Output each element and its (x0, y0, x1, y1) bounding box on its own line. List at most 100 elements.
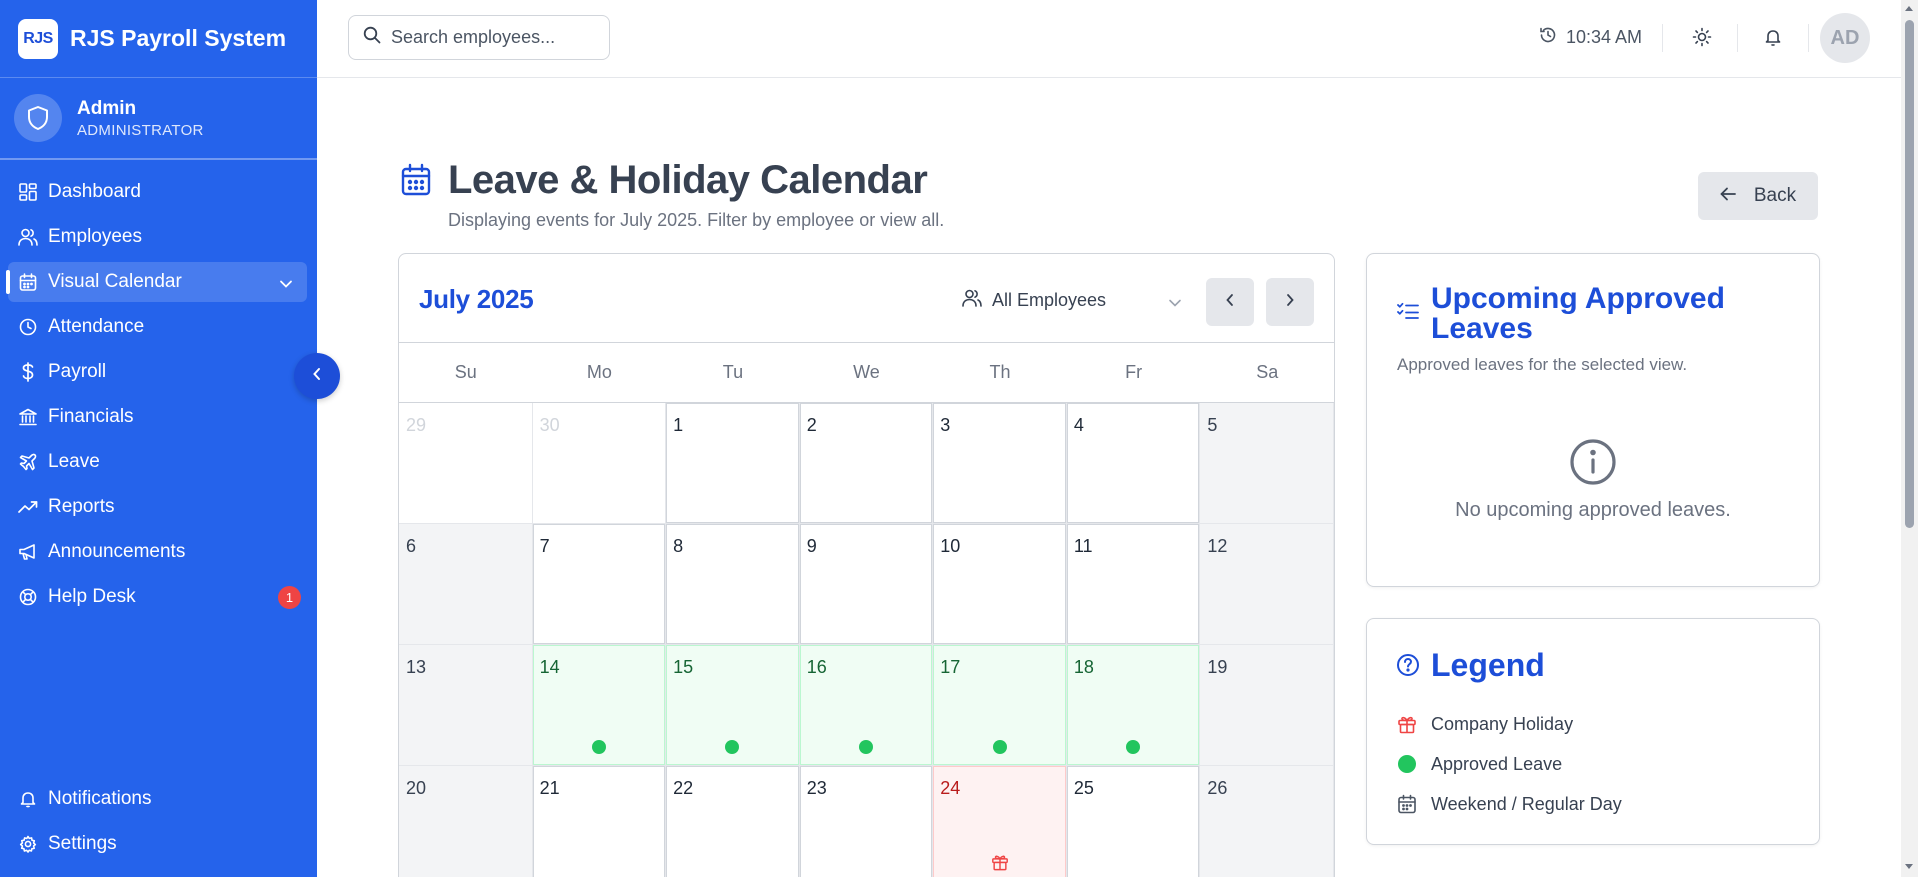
divider (1737, 24, 1738, 52)
previous-month-button[interactable] (1206, 278, 1254, 326)
search-box[interactable] (348, 15, 610, 60)
calendar-day-cell[interactable]: 26 (1200, 766, 1334, 877)
gift-icon[interactable] (991, 853, 1009, 876)
approved-leave-dot[interactable] (858, 740, 873, 754)
employee-filter-value: All Employees (992, 290, 1107, 310)
history-icon (1539, 26, 1557, 49)
sidebar-item-financials[interactable]: Financials (8, 397, 307, 437)
dollar-icon (18, 362, 38, 382)
day-number: 14 (539, 657, 560, 677)
employee-filter-select[interactable]: All Employees (962, 289, 1182, 312)
calendar-day-cell[interactable]: 25 (1066, 766, 1201, 877)
sidebar-item-notifications[interactable]: Notifications (8, 779, 307, 819)
sidebar-item-settings[interactable]: Settings (8, 824, 307, 864)
user-profile[interactable]: Admin ADMINISTRATOR (0, 78, 317, 160)
calendar-day-cell[interactable]: 3 (933, 403, 1067, 524)
legend-title: Legend (1431, 647, 1545, 683)
calendar-day-cell[interactable]: 14 (532, 645, 667, 766)
calendar-day-cell[interactable]: 10 (933, 524, 1067, 645)
calendar-day-cell[interactable]: 11 (1066, 524, 1201, 645)
calendar-day-cell[interactable]: 12 (1200, 524, 1334, 645)
calendar-day-cell[interactable]: 22 (666, 766, 800, 877)
divider (1808, 24, 1809, 52)
calendar-day-cell[interactable]: 2 (799, 403, 934, 524)
sidebar-item-help-desk[interactable]: Help Desk 1 (8, 577, 307, 617)
current-time: 10:34 AM (1566, 27, 1643, 47)
sidebar-item-visual-calendar[interactable]: Visual Calendar (6, 262, 307, 302)
calendar-day-cell[interactable]: 1 (666, 403, 800, 524)
day-number: 30 (539, 415, 560, 435)
calendar-day-cell[interactable]: 4 (1066, 403, 1201, 524)
avatar[interactable]: AD (1820, 13, 1870, 63)
sidebar-item-announcements[interactable]: Announcements (8, 532, 307, 572)
help-desk-badge: 1 (278, 586, 301, 609)
approved-leave-dot[interactable] (725, 740, 740, 754)
day-number: 5 (1207, 415, 1218, 435)
sidebar-bottom: Notifications Settings (0, 779, 317, 877)
calendar-day-cell[interactable]: 24 (933, 766, 1067, 877)
bell-icon (18, 789, 38, 809)
plane-icon (18, 452, 38, 472)
day-number: 8 (673, 536, 684, 556)
next-month-button[interactable] (1266, 278, 1314, 326)
sidebar-item-label: Help Desk (48, 586, 136, 607)
calendar-day-cell[interactable]: 9 (799, 524, 934, 645)
top-bar: 10:34 AM AD (317, 0, 1901, 78)
info-icon (1568, 437, 1618, 492)
upcoming-leaves-card: Upcoming Approved Leaves Approved leaves… (1366, 253, 1820, 587)
calendar-day-cell[interactable]: 6 (399, 524, 533, 645)
calendar-day-cell[interactable]: 7 (532, 524, 667, 645)
calendar-icon (1396, 793, 1418, 815)
sidebar-nav: Dashboard Employees Visual Calendar Atte… (0, 160, 317, 617)
empty-state-text: No upcoming approved leaves. (1455, 499, 1731, 521)
sidebar-item-employees[interactable]: Employees (8, 217, 307, 257)
calendar-day-cell[interactable]: 17 (933, 645, 1067, 766)
scrollbar-thumb[interactable] (1905, 20, 1914, 528)
search-input[interactable] (391, 27, 591, 48)
calendar-day-cell[interactable]: 30 (532, 403, 667, 524)
sidebar-item-attendance[interactable]: Attendance (8, 307, 307, 347)
sidebar-item-reports[interactable]: Reports (8, 487, 307, 527)
legend-card: Legend Company Holiday Approved Leave We… (1366, 618, 1820, 845)
calendar-day-cell[interactable]: 15 (666, 645, 800, 766)
chevron-down-icon (1168, 292, 1182, 313)
approved-leave-dot[interactable] (992, 740, 1007, 754)
sidebar-item-label: Reports (48, 496, 115, 517)
calendar-day-cell[interactable]: 23 (799, 766, 934, 877)
sidebar-item-payroll[interactable]: Payroll (8, 352, 307, 392)
calendar-day-cell[interactable]: 18 (1066, 645, 1201, 766)
calendar-day-cell[interactable]: 20 (399, 766, 533, 877)
calendar-day-cell[interactable]: 13 (399, 645, 533, 766)
day-number: 12 (1207, 536, 1228, 556)
back-button[interactable]: Back (1698, 172, 1818, 220)
approved-leave-dot[interactable] (1126, 740, 1141, 754)
scroll-down-arrow[interactable] (1905, 864, 1913, 869)
scroll-up-arrow[interactable] (1905, 6, 1913, 11)
calendar-day-cell[interactable]: 5 (1200, 403, 1334, 524)
search-icon (363, 26, 381, 49)
sidebar-item-leave[interactable]: Leave (8, 442, 307, 482)
calendar-icon (18, 272, 38, 292)
calendar-grid: Su Mo Tu We Th Fr Sa 29 30 1 2 3 4 5 6 7 8 9 10 11 12 13 14 15 1… (399, 343, 1334, 877)
calendar-day-cell[interactable]: 8 (666, 524, 800, 645)
calendar-day-cell[interactable]: 29 (399, 403, 533, 524)
theme-toggle-button[interactable] (1685, 22, 1719, 56)
approved-leave-dot[interactable] (591, 740, 606, 754)
calendar-day-cell[interactable]: 21 (532, 766, 667, 877)
chevron-left-icon (311, 366, 323, 387)
calendar-day-cell[interactable]: 16 (799, 645, 934, 766)
dashboard-icon (18, 182, 38, 202)
megaphone-icon (18, 542, 38, 562)
brand[interactable]: RJS RJS Payroll System (0, 0, 317, 78)
chevron-right-icon (1285, 293, 1295, 312)
day-number: 2 (806, 415, 817, 435)
calendar-day-cell[interactable]: 19 (1200, 645, 1334, 766)
page-scrollbar[interactable] (1901, 0, 1918, 877)
sidebar-item-dashboard[interactable]: Dashboard (8, 172, 307, 212)
notifications-button[interactable] (1756, 22, 1790, 56)
chevron-down-icon[interactable] (279, 273, 293, 295)
sidebar-item-label: Dashboard (48, 181, 141, 202)
sidebar-item-label: Payroll (48, 361, 107, 382)
sidebar-collapse-button[interactable] (294, 353, 340, 399)
calendar-icon (400, 163, 432, 202)
